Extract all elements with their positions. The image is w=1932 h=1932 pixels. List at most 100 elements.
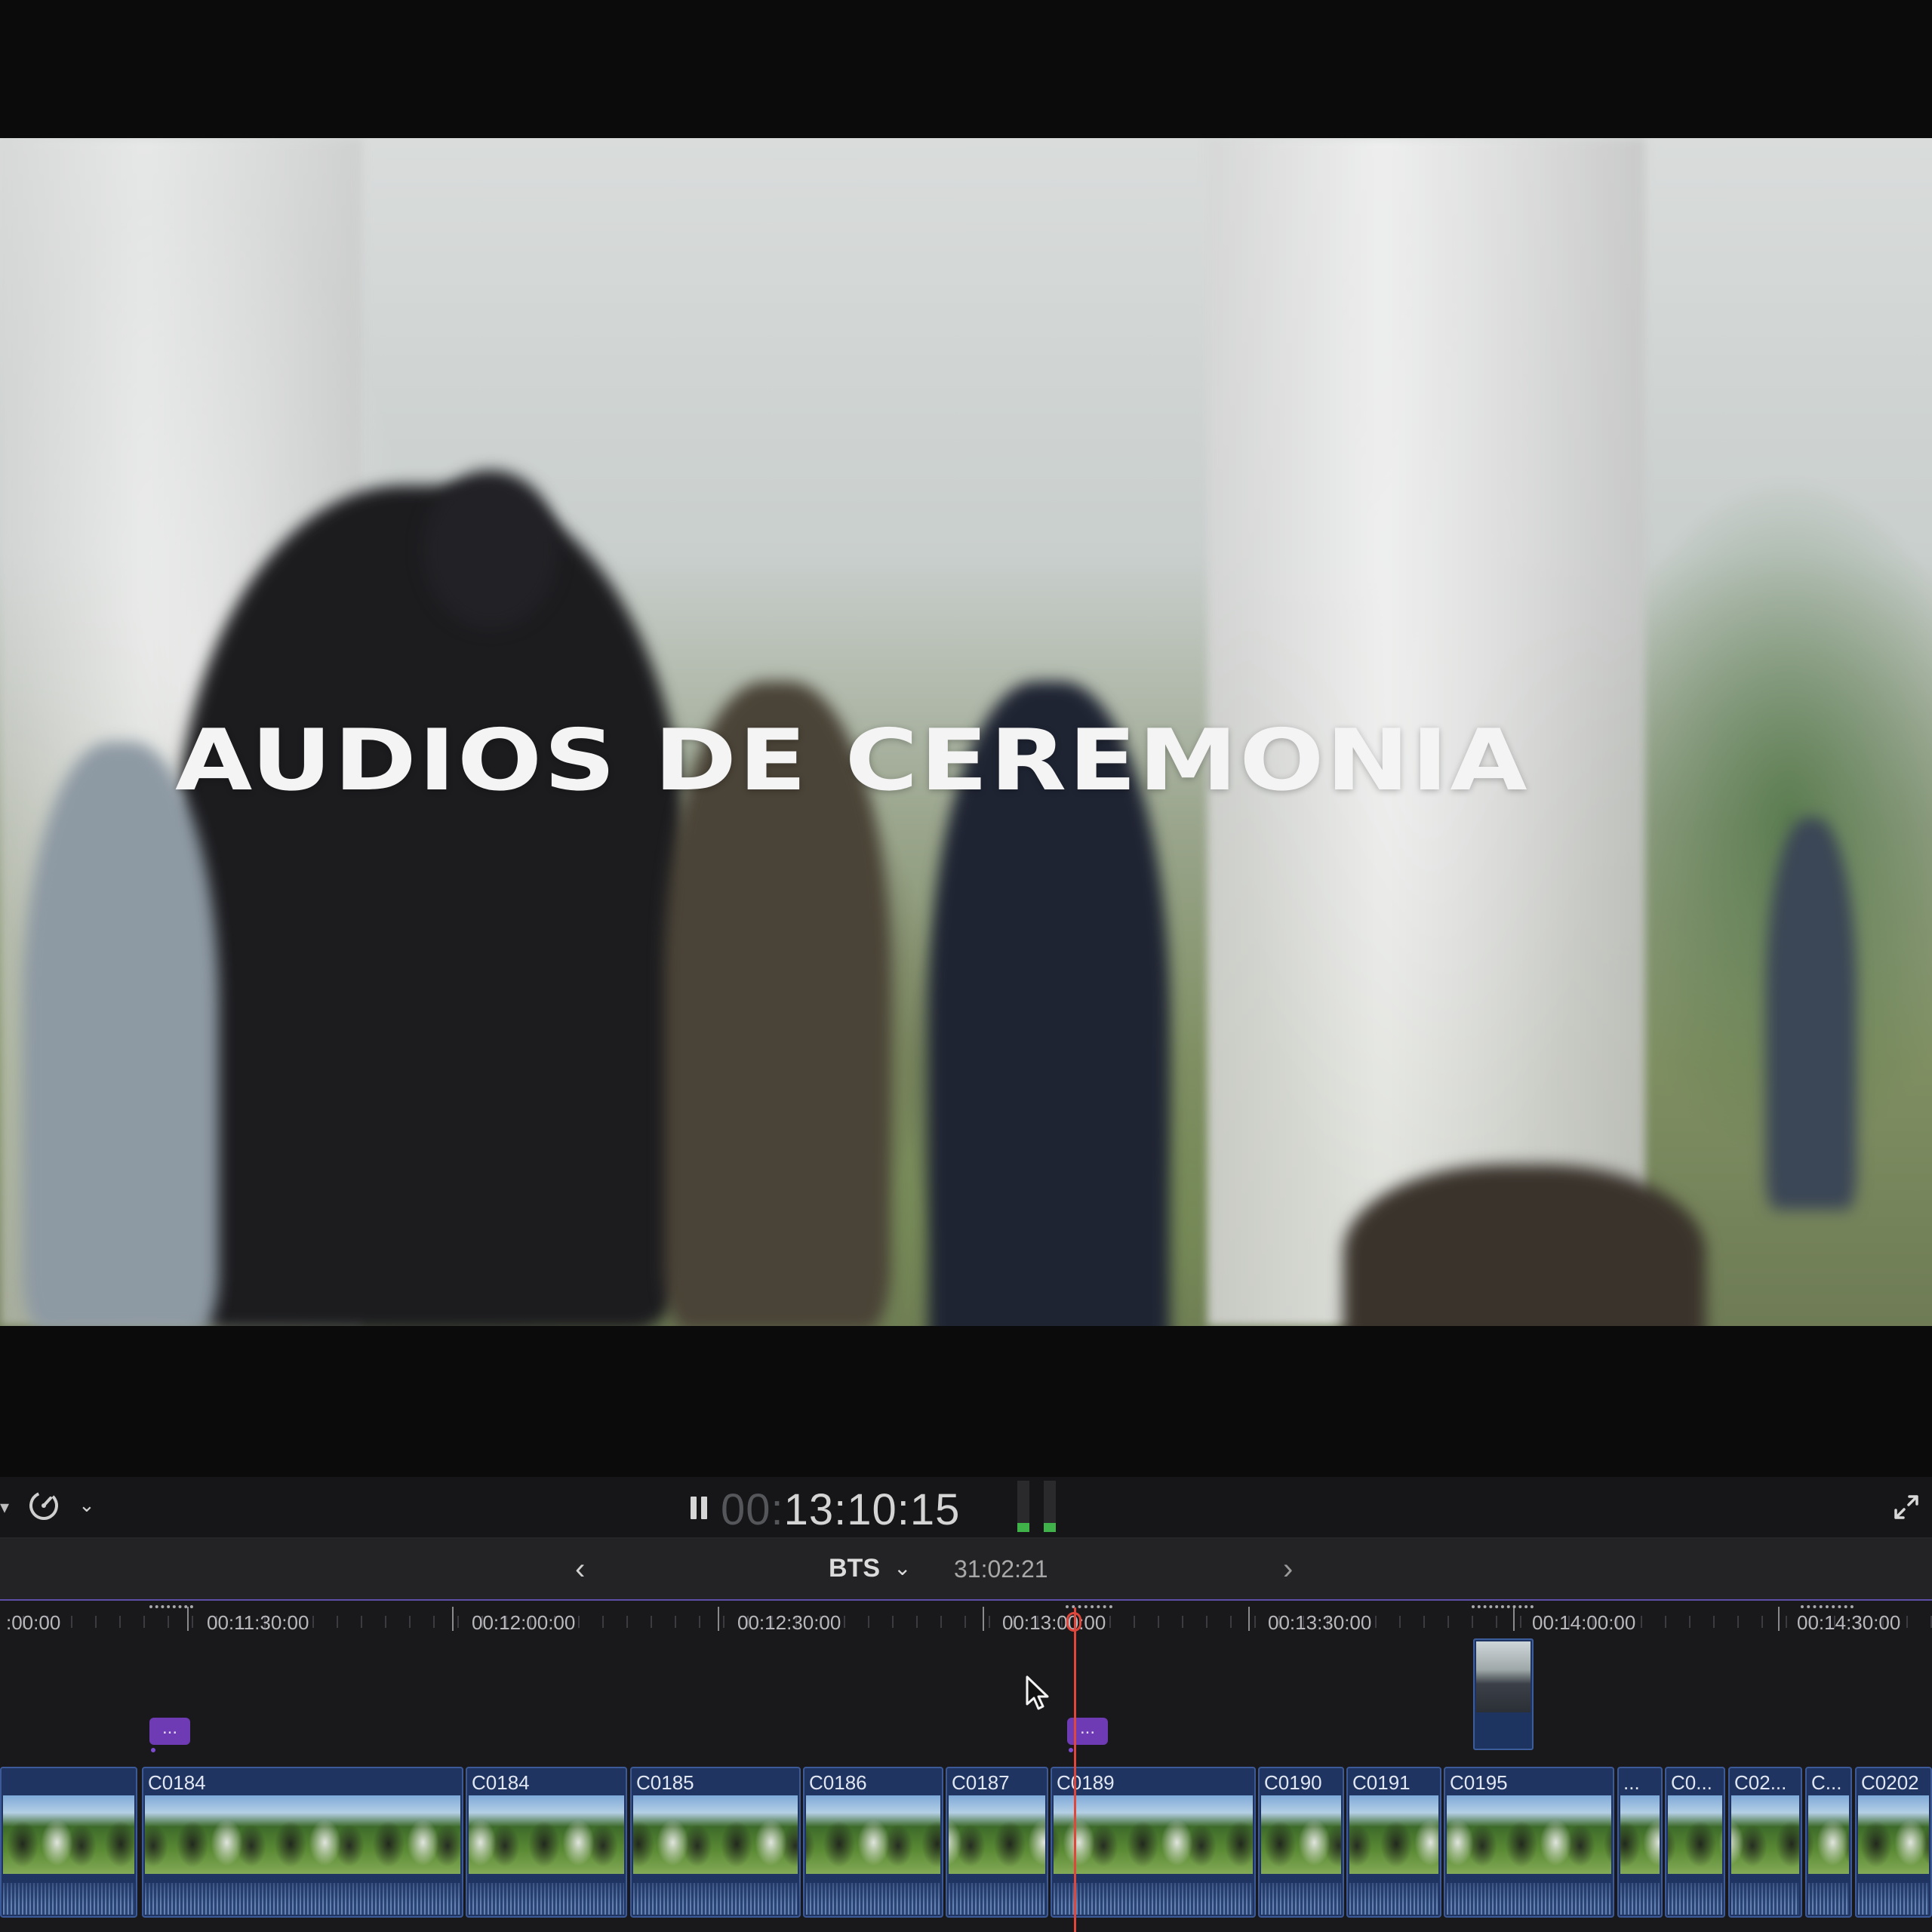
ruler-minor-tick (1447, 1616, 1449, 1628)
audio-waveform (1808, 1883, 1849, 1915)
timeline-header: ‹ BTS ⌄ 31:02:21 › (0, 1539, 1932, 1599)
ruler-minor-tick (409, 1616, 411, 1628)
ruler-minor-tick (1134, 1616, 1135, 1628)
ruler-minor-tick (1713, 1616, 1715, 1628)
audio-waveform (1858, 1883, 1929, 1915)
timeline-ruler[interactable]: :00:00 00:11:30:00 00:12:00:00 00:12:30:00 0… (0, 1601, 1932, 1641)
ruler-minor-tick (1423, 1616, 1425, 1628)
timeline-clip[interactable]: C0202 (1855, 1767, 1932, 1918)
viewer-top-bar (0, 0, 1932, 138)
timecode-hours: 00: (721, 1485, 784, 1534)
pause-icon[interactable] (689, 1497, 709, 1519)
clip-filmstrip (1054, 1795, 1253, 1874)
ruler-minor-tick (1109, 1616, 1111, 1628)
project-menu-chevron-icon[interactable]: ⌄ (894, 1555, 911, 1580)
retime-speed-icon[interactable] (27, 1489, 60, 1522)
ruler-minor-tick (699, 1616, 700, 1628)
project-duration: 31:02:21 (954, 1555, 1048, 1583)
project-name[interactable]: BTS (829, 1554, 880, 1583)
timecode-display[interactable]: 00:13:10:15 (721, 1484, 960, 1535)
clip-filmstrip (1620, 1795, 1660, 1874)
audio-waveform (145, 1883, 460, 1915)
timeline-clip[interactable]: C0184 (142, 1767, 463, 1918)
marker-dots (1801, 1605, 1854, 1611)
ruler-timecode-label: 00:12:00:00 (472, 1611, 576, 1634)
clip-name: C0184 (472, 1771, 530, 1794)
chevron-left-icon[interactable]: ‹ (575, 1552, 585, 1586)
clip-name: C02... (1734, 1771, 1787, 1794)
ruler-major-tick (983, 1607, 984, 1631)
clip-filmstrip (1261, 1795, 1341, 1874)
playhead-handle[interactable] (1066, 1612, 1081, 1632)
ruler-timecode-label: 00:14:00:00 (1532, 1611, 1636, 1634)
timeline-clip[interactable]: C... (1805, 1767, 1852, 1918)
clip-filmstrip (145, 1795, 460, 1874)
clip-name: C0202 (1861, 1771, 1919, 1794)
timeline-clip[interactable]: C0189 (1051, 1767, 1256, 1918)
ruler-minor-tick (1472, 1616, 1473, 1628)
ruler-minor-tick (1906, 1616, 1908, 1628)
ruler-minor-tick (892, 1616, 894, 1628)
clip-name: C0189 (1057, 1771, 1115, 1794)
clip-name: C... (1811, 1771, 1842, 1794)
ruler-minor-tick (1689, 1616, 1690, 1628)
ruler-timecode-label: 00:14:30:00 (1797, 1611, 1901, 1634)
connected-clip[interactable] (1473, 1638, 1534, 1750)
ruler-minor-tick (1158, 1616, 1159, 1628)
timeline-clip[interactable]: C0185 (630, 1767, 801, 1918)
audio-waveform (1349, 1883, 1438, 1915)
ruler-minor-tick (1375, 1616, 1377, 1628)
marker-dots (1066, 1605, 1112, 1611)
ruler-minor-tick (385, 1616, 386, 1628)
ruler-minor-tick (964, 1616, 966, 1628)
viewer-bottom-bar (0, 1326, 1932, 1477)
ruler-minor-tick (1520, 1616, 1521, 1628)
timeline-clip[interactable]: C0191 (1346, 1767, 1441, 1918)
audio-waveform (806, 1883, 940, 1915)
timeline-clip[interactable]: C0190 (1258, 1767, 1344, 1918)
ruler-major-tick (718, 1607, 719, 1631)
ruler-minor-tick (1786, 1616, 1787, 1628)
ruler-minor-tick (95, 1616, 97, 1628)
ruler-minor-tick (1761, 1616, 1763, 1628)
chevron-right-icon[interactable]: › (1283, 1552, 1293, 1586)
ruler-minor-tick (192, 1616, 193, 1628)
timeline-clip[interactable]: C0195 (1444, 1767, 1614, 1918)
ruler-minor-tick (1496, 1616, 1497, 1628)
clip-filmstrip (806, 1795, 940, 1874)
audio-waveform (469, 1883, 624, 1915)
mouse-cursor-icon (1026, 1675, 1049, 1710)
playhead[interactable] (1074, 1607, 1076, 1932)
ruler-minor-tick (143, 1616, 145, 1628)
clip-filmstrip (633, 1795, 798, 1874)
fullscreen-icon[interactable] (1893, 1494, 1920, 1521)
clip-filmstrip (1731, 1795, 1799, 1874)
ruler-minor-tick (651, 1616, 652, 1628)
ruler-minor-tick (1182, 1616, 1183, 1628)
timeline-clip[interactable]: C0186 (803, 1767, 943, 1918)
ruler-minor-tick (868, 1616, 869, 1628)
clip-name: C0190 (1264, 1771, 1322, 1794)
timeline-clip[interactable]: C0187 (946, 1767, 1048, 1918)
timeline-clip[interactable]: ... (1617, 1767, 1663, 1918)
timeline-clip[interactable] (0, 1767, 137, 1918)
speed-menu-chevron-icon[interactable]: ⌄ (78, 1494, 95, 1517)
clip-filmstrip (469, 1795, 624, 1874)
timeline-clip[interactable]: C02... (1728, 1767, 1802, 1918)
clip-name: C0195 (1450, 1771, 1508, 1794)
timeline-clip[interactable]: C0184 (466, 1767, 627, 1918)
viewer-frame[interactable]: AUDIOS DE CEREMONIA (0, 138, 1932, 1326)
marker-dots (1472, 1605, 1534, 1611)
ruler-minor-tick (457, 1616, 459, 1628)
ruler-timecode-label: 00:12:30:00 (737, 1611, 841, 1634)
timecode-value: 13:10:15 (783, 1485, 961, 1534)
ruler-minor-tick (1206, 1616, 1208, 1628)
ruler-minor-tick (361, 1616, 362, 1628)
clip-filmstrip (949, 1795, 1045, 1874)
ruler-minor-tick (168, 1616, 169, 1628)
ruler-major-tick (1248, 1607, 1250, 1631)
title-clip[interactable]: ... (149, 1718, 190, 1752)
chevron-down-icon[interactable]: ▾ (0, 1497, 9, 1518)
timeline-clip[interactable]: C0... (1665, 1767, 1725, 1918)
ruler-major-tick (1778, 1607, 1780, 1631)
